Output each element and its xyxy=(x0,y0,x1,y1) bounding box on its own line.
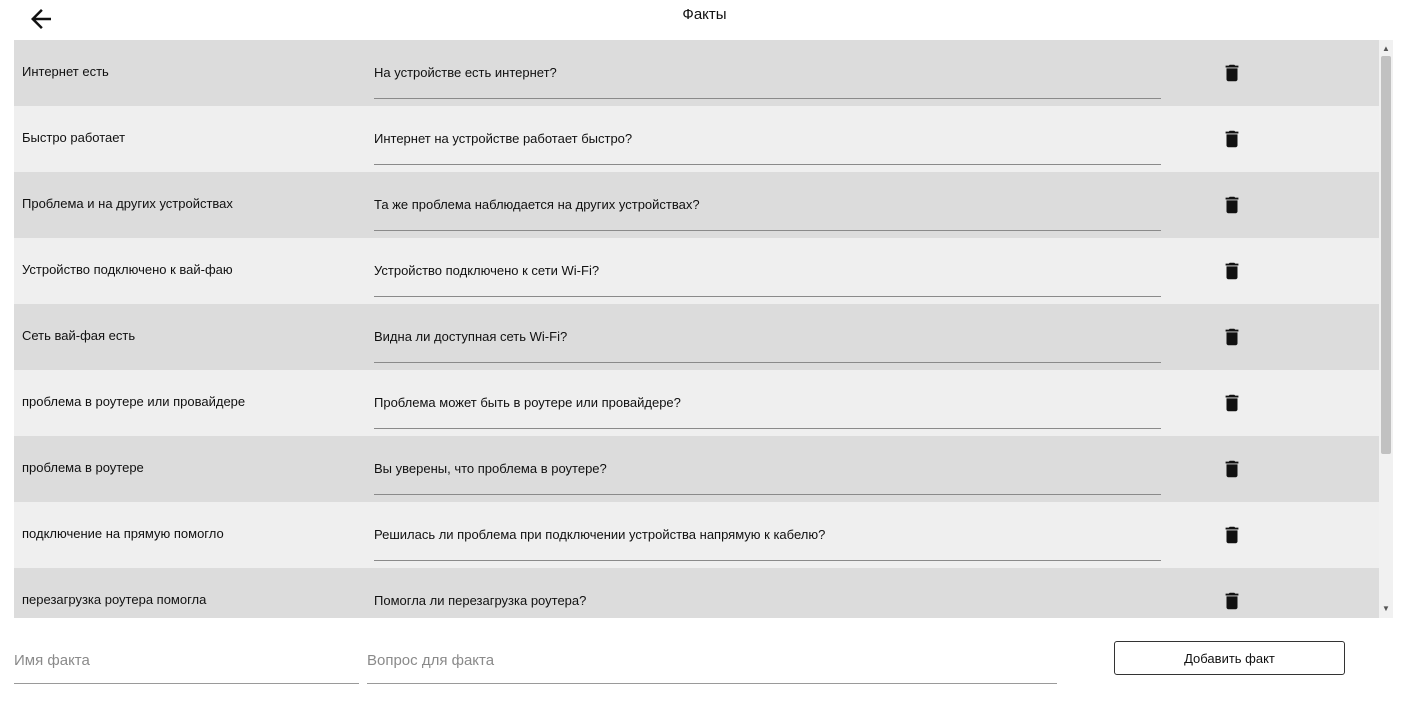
fact-question-field[interactable]: Устройство подключено к сети Wi-Fi? xyxy=(374,252,1161,297)
trash-icon xyxy=(1221,194,1243,216)
fact-name: проблема в роутере или провайдере xyxy=(22,394,246,409)
fact-name: Устройство подключено к вай-фаю xyxy=(22,262,233,277)
fact-row: Проблема и на других устройствах Та же пр… xyxy=(14,172,1379,238)
fact-name: Интернет есть xyxy=(22,64,109,79)
fact-question-field[interactable]: Интернет на устройстве работает быстро? xyxy=(374,120,1161,165)
fact-question-field[interactable]: Вы уверены, что проблема в роутере? xyxy=(374,450,1161,495)
delete-fact-button[interactable] xyxy=(1221,590,1243,612)
fact-row: подключение на прямую помогло Решилась ли… xyxy=(14,502,1379,568)
fact-question-text: Решилась ли проблема при подключении уст… xyxy=(374,527,826,542)
delete-fact-button[interactable] xyxy=(1221,194,1243,216)
fact-question-field[interactable]: На устройстве есть интернет? xyxy=(374,54,1161,99)
fact-name: Проблема и на других устройствах xyxy=(22,196,233,211)
fact-question-text: Вы уверены, что проблема в роутере? xyxy=(374,461,607,476)
fact-name-field-wrap xyxy=(14,640,359,684)
delete-fact-button[interactable] xyxy=(1221,62,1243,84)
fact-row: перезагрузка роутера помогла Помогла ли п… xyxy=(14,568,1379,618)
fact-question-field-wrap xyxy=(367,640,1057,684)
delete-fact-button[interactable] xyxy=(1221,524,1243,546)
fact-name: Быстро работает xyxy=(22,130,126,145)
add-fact-button[interactable]: Добавить факт xyxy=(1114,641,1345,675)
fact-question-field[interactable]: Помогла ли перезагрузка роутера? xyxy=(374,582,1161,618)
trash-icon xyxy=(1221,392,1243,414)
trash-icon xyxy=(1221,62,1243,84)
trash-icon xyxy=(1221,590,1243,612)
fact-question-text: Помогла ли перезагрузка роутера? xyxy=(374,593,587,608)
fact-question-text: Та же проблема наблюдается на других уст… xyxy=(374,197,700,212)
scroll-up-icon[interactable]: ▲ xyxy=(1379,42,1393,56)
fact-row: проблема в роутере Вы уверены, что пробле… xyxy=(14,436,1379,502)
header-bar: Факты xyxy=(0,0,1409,40)
fact-question-field[interactable]: Проблема может быть в роутере или провай… xyxy=(374,384,1161,429)
scrollbar[interactable]: ▲ ▼ xyxy=(1379,40,1393,618)
fact-row: проблема в роутере или провайдере Проблем… xyxy=(14,370,1379,436)
trash-icon xyxy=(1221,128,1243,150)
fact-question-field[interactable]: Та же проблема наблюдается на других уст… xyxy=(374,186,1161,231)
delete-fact-button[interactable] xyxy=(1221,326,1243,348)
fact-row: Сеть вай-фая есть Видна ли доступная сеть… xyxy=(14,304,1379,370)
page-title: Факты xyxy=(682,6,727,23)
scroll-thumb[interactable] xyxy=(1381,56,1391,454)
trash-icon xyxy=(1221,524,1243,546)
fact-question-field[interactable]: Видна ли доступная сеть Wi-Fi? xyxy=(374,318,1161,363)
trash-icon xyxy=(1221,326,1243,348)
fact-question-text: Интернет на устройстве работает быстро? xyxy=(374,131,633,146)
scroll-down-icon[interactable]: ▼ xyxy=(1379,602,1393,616)
delete-fact-button[interactable] xyxy=(1221,260,1243,282)
fact-question-text: На устройстве есть интернет? xyxy=(374,65,557,80)
fact-name: подключение на прямую помогло xyxy=(22,526,224,541)
trash-icon xyxy=(1221,458,1243,480)
trash-icon xyxy=(1221,260,1243,282)
fact-question-text: Устройство подключено к сети Wi-Fi? xyxy=(374,263,600,278)
fact-row: Быстро работает Интернет на устройстве ра… xyxy=(14,106,1379,172)
fact-question-field[interactable]: Решилась ли проблема при подключении уст… xyxy=(374,516,1161,561)
facts-list[interactable]: Интернет есть На устройстве есть интернет… xyxy=(14,40,1379,618)
fact-name-input[interactable] xyxy=(14,648,359,672)
delete-fact-button[interactable] xyxy=(1221,458,1243,480)
fact-name: проблема в роутере xyxy=(22,460,144,475)
fact-row: Интернет есть На устройстве есть интернет… xyxy=(14,40,1379,106)
delete-fact-button[interactable] xyxy=(1221,392,1243,414)
fact-question-text: Видна ли доступная сеть Wi-Fi? xyxy=(374,329,568,344)
fact-question-input[interactable] xyxy=(367,648,1057,672)
fact-row: Устройство подключено к вай-фаю Устройств… xyxy=(14,238,1379,304)
fact-name: Сеть вай-фая есть xyxy=(22,328,136,343)
fact-question-text: Проблема может быть в роутере или провай… xyxy=(374,395,681,410)
delete-fact-button[interactable] xyxy=(1221,128,1243,150)
fact-name: перезагрузка роутера помогла xyxy=(22,592,207,607)
